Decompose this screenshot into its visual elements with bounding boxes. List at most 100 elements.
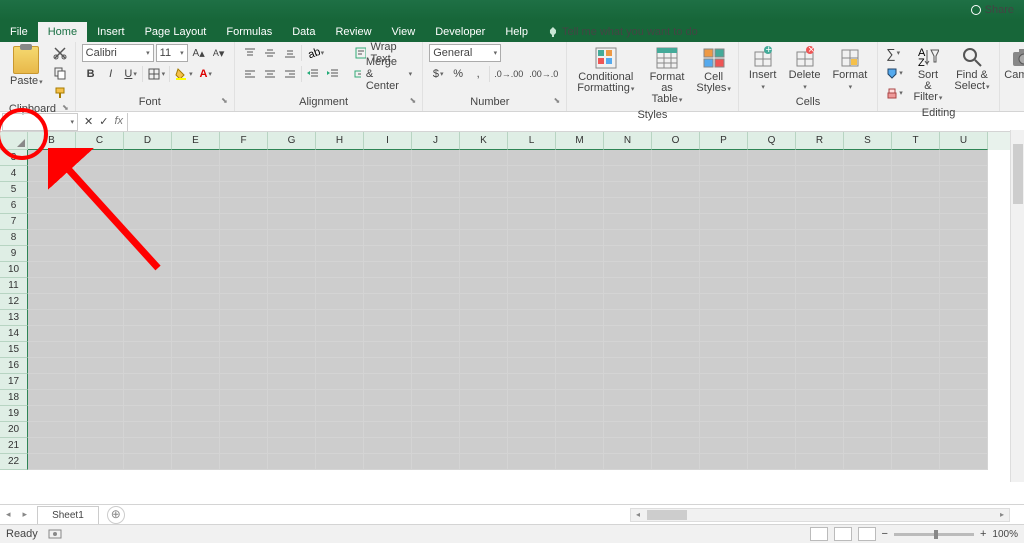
cell[interactable]: [844, 310, 892, 326]
column-header[interactable]: B: [28, 132, 76, 150]
cell[interactable]: [844, 230, 892, 246]
sort-filter-button[interactable]: AZ Sort & Filter▾: [909, 44, 947, 106]
cell[interactable]: [124, 358, 172, 374]
format-painter-button[interactable]: [51, 84, 69, 102]
cell[interactable]: [748, 150, 796, 166]
cell[interactable]: [892, 374, 940, 390]
cell[interactable]: [172, 358, 220, 374]
cell[interactable]: [172, 246, 220, 262]
cell[interactable]: [892, 278, 940, 294]
cell[interactable]: [460, 310, 508, 326]
cell[interactable]: [172, 214, 220, 230]
cell[interactable]: [844, 422, 892, 438]
cell[interactable]: [268, 342, 316, 358]
format-cells-button[interactable]: Format▾: [828, 44, 871, 95]
column-header[interactable]: O: [652, 132, 700, 150]
align-left-button[interactable]: [241, 65, 259, 83]
tab-insert[interactable]: Insert: [87, 22, 135, 42]
cell[interactable]: [172, 342, 220, 358]
cell[interactable]: [124, 326, 172, 342]
cell[interactable]: [220, 358, 268, 374]
cell[interactable]: [316, 406, 364, 422]
cell[interactable]: [940, 262, 988, 278]
tab-view[interactable]: View: [382, 22, 426, 42]
cell[interactable]: [220, 438, 268, 454]
cell[interactable]: [652, 454, 700, 470]
cell[interactable]: [220, 198, 268, 214]
cell[interactable]: [748, 182, 796, 198]
row-header[interactable]: 17: [0, 374, 28, 390]
cell[interactable]: [844, 406, 892, 422]
column-header[interactable]: K: [460, 132, 508, 150]
cell[interactable]: [556, 294, 604, 310]
cell[interactable]: [412, 230, 460, 246]
column-header[interactable]: Q: [748, 132, 796, 150]
cell[interactable]: [940, 182, 988, 198]
cell[interactable]: [76, 230, 124, 246]
cell[interactable]: [604, 310, 652, 326]
font-color-button[interactable]: A▾: [197, 65, 215, 83]
cell[interactable]: [508, 326, 556, 342]
cell[interactable]: [748, 214, 796, 230]
cell[interactable]: [892, 422, 940, 438]
cell[interactable]: [796, 198, 844, 214]
cell[interactable]: [172, 150, 220, 166]
row-header[interactable]: 22: [0, 454, 28, 470]
paste-button[interactable]: Paste▾: [6, 44, 47, 90]
cell[interactable]: [460, 262, 508, 278]
cell[interactable]: [796, 294, 844, 310]
cell[interactable]: [220, 294, 268, 310]
row-header[interactable]: 5: [0, 182, 28, 198]
cell[interactable]: [76, 390, 124, 406]
name-box[interactable]: ▾: [2, 113, 78, 131]
cell[interactable]: [844, 454, 892, 470]
cell[interactable]: [556, 342, 604, 358]
cell[interactable]: [700, 342, 748, 358]
zoom-slider[interactable]: [894, 533, 974, 536]
cell[interactable]: [124, 214, 172, 230]
cell[interactable]: [220, 262, 268, 278]
cell[interactable]: [700, 214, 748, 230]
align-top-button[interactable]: [241, 44, 259, 62]
zoom-in-button[interactable]: +: [980, 528, 986, 540]
cell[interactable]: [220, 214, 268, 230]
delete-cells-button[interactable]: × Delete▾: [785, 44, 825, 95]
conditional-formatting-button[interactable]: Conditional Formatting▾: [573, 44, 638, 97]
cell[interactable]: [700, 246, 748, 262]
cell[interactable]: [220, 374, 268, 390]
cell[interactable]: [28, 342, 76, 358]
column-header[interactable]: F: [220, 132, 268, 150]
select-all-corner[interactable]: [0, 132, 28, 150]
cell[interactable]: [220, 150, 268, 166]
cell[interactable]: [604, 166, 652, 182]
cell[interactable]: [220, 182, 268, 198]
tab-file[interactable]: File: [0, 22, 38, 42]
cell[interactable]: [940, 214, 988, 230]
cell[interactable]: [844, 374, 892, 390]
cell[interactable]: [460, 342, 508, 358]
number-launcher[interactable]: ⬊: [554, 96, 561, 105]
cell[interactable]: [316, 262, 364, 278]
cell[interactable]: [604, 230, 652, 246]
cell[interactable]: [364, 390, 412, 406]
cell[interactable]: [316, 310, 364, 326]
cell[interactable]: [316, 438, 364, 454]
cell[interactable]: [604, 214, 652, 230]
cell[interactable]: [940, 166, 988, 182]
cell[interactable]: [124, 390, 172, 406]
page-layout-view-button[interactable]: [834, 527, 852, 541]
cell[interactable]: [316, 182, 364, 198]
cell[interactable]: [268, 374, 316, 390]
cell[interactable]: [748, 454, 796, 470]
cell[interactable]: [124, 262, 172, 278]
cell[interactable]: [364, 438, 412, 454]
cell[interactable]: [844, 278, 892, 294]
cell[interactable]: [700, 390, 748, 406]
enter-formula-button[interactable]: ✓: [99, 115, 108, 128]
cell[interactable]: [268, 310, 316, 326]
cell[interactable]: [412, 294, 460, 310]
tab-formulas[interactable]: Formulas: [216, 22, 282, 42]
cell[interactable]: [556, 454, 604, 470]
cell[interactable]: [76, 278, 124, 294]
horizontal-scrollbar[interactable]: ◂▸: [630, 508, 1010, 522]
